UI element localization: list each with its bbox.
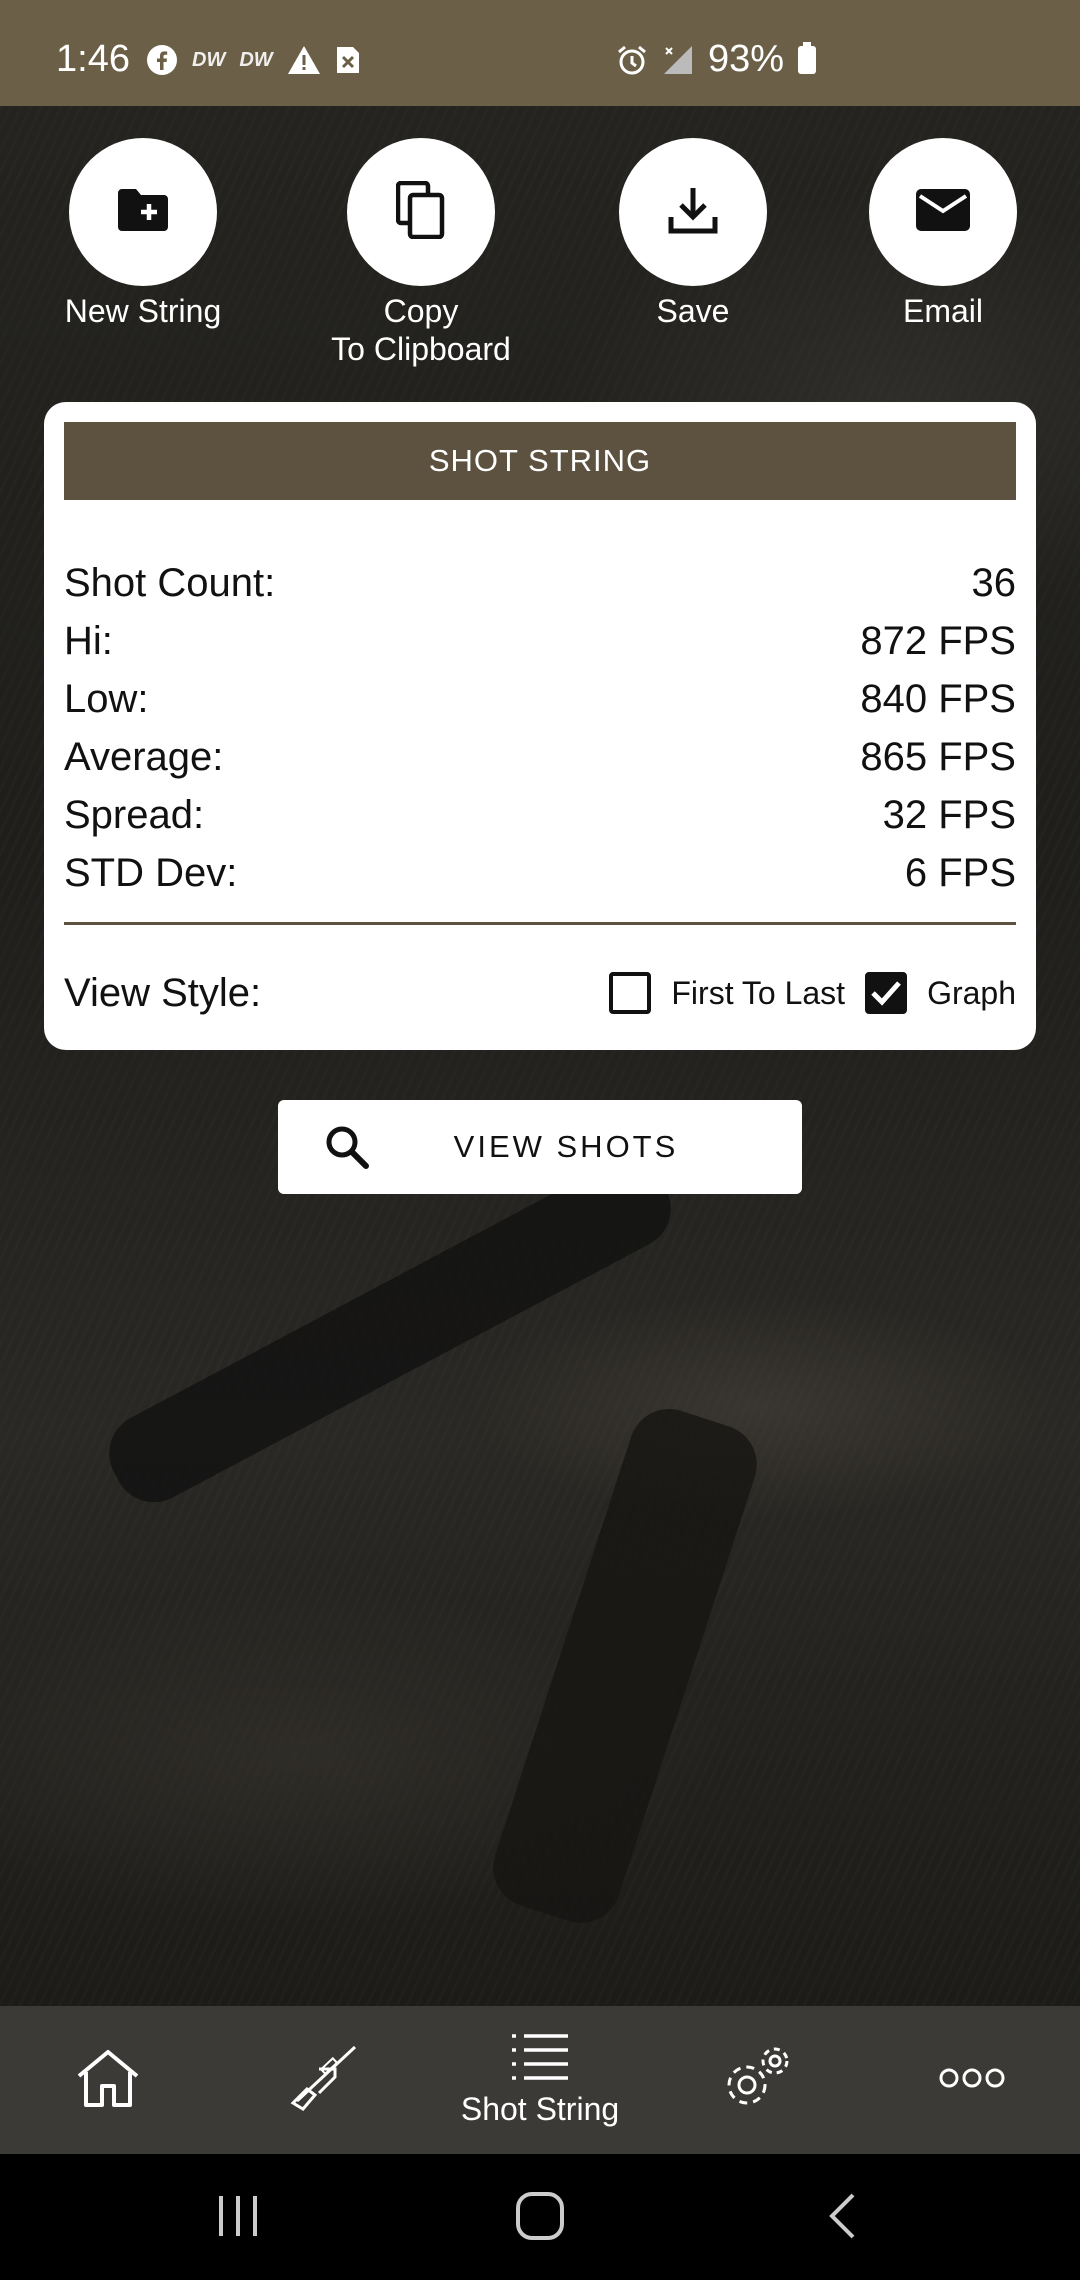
status-bar: 1:46 DW DW 93% <box>0 0 1080 106</box>
view-shots-label: VIEW SHOTS <box>453 1129 679 1164</box>
download-icon <box>667 185 719 240</box>
back-button[interactable] <box>802 2186 882 2250</box>
status-time: 1:46 <box>56 38 130 80</box>
copy-clipboard-button[interactable]: Copy To Clipboard <box>291 138 551 368</box>
notification-icons: DW DW <box>146 44 361 76</box>
alarm-icon <box>616 44 648 76</box>
battery-percent: 93% <box>707 38 784 80</box>
stat-label: Spread: <box>64 793 205 837</box>
graph-checkbox[interactable] <box>865 972 908 1014</box>
copy-circle[interactable] <box>347 138 495 286</box>
nav-more[interactable] <box>864 2006 1080 2154</box>
graph-label[interactable]: Graph <box>927 975 1016 1012</box>
copy-icon <box>395 180 446 244</box>
recent-apps-icon <box>215 2194 261 2243</box>
dw-icon: DW <box>239 48 273 71</box>
nav-settings[interactable] <box>648 2006 864 2154</box>
nav-shot-string[interactable]: Shot String <box>432 2006 648 2154</box>
home-button[interactable] <box>500 2186 580 2250</box>
view-style-label: View Style: <box>64 970 262 1015</box>
dw-icon: DW <box>192 48 226 71</box>
home-icon <box>75 2048 141 2113</box>
stat-label: Average: <box>64 735 224 779</box>
system-nav-bar <box>0 2154 1080 2280</box>
action-bar: New String Copy To Clipboard Save Email <box>0 138 1080 368</box>
bipod-leg-shape <box>95 1145 685 1517</box>
rifle-icon <box>289 2043 359 2118</box>
new-string-button[interactable]: New String <box>13 138 273 330</box>
stat-row-spread: Spread: 32 FPS <box>64 786 1016 844</box>
email-label: Email <box>902 293 983 329</box>
list-icon <box>510 2032 570 2087</box>
folder-add-icon <box>116 187 170 238</box>
shot-string-card: SHOT STRING Shot Count: 36 Hi: 872 FPS L… <box>44 402 1036 1050</box>
save-label: Save <box>656 293 730 329</box>
stat-label: Hi: <box>64 619 113 663</box>
view-shots-button[interactable]: VIEW SHOTS <box>278 1100 802 1194</box>
checkmark-icon <box>871 981 901 1006</box>
stat-row-average: Average: 865 FPS <box>64 728 1016 786</box>
stat-label: Low: <box>64 677 149 721</box>
stat-label: Shot Count: <box>64 561 276 605</box>
bottom-nav: Shot String <box>0 2006 1080 2154</box>
stat-value: 6 FPS <box>904 851 1016 895</box>
new-string-label: New String <box>64 293 222 329</box>
save-button[interactable]: Save <box>563 138 823 330</box>
background-photo <box>0 106 1080 2006</box>
new-string-circle[interactable] <box>69 138 217 286</box>
back-icon <box>827 2192 857 2245</box>
system-status: 93% <box>616 38 816 81</box>
nav-home[interactable] <box>0 2006 216 2154</box>
settings-icon <box>721 2045 791 2116</box>
stat-value: 865 FPS <box>860 735 1016 779</box>
bipod-foot-shape <box>482 1398 768 1934</box>
stat-row-hi: Hi: 872 FPS <box>64 612 1016 670</box>
stat-row-shot-count: Shot Count: 36 <box>64 554 1016 612</box>
stat-value: 32 FPS <box>882 793 1016 837</box>
search-icon <box>324 1124 370 1170</box>
mail-icon <box>915 188 971 237</box>
facebook-icon <box>146 44 178 76</box>
warning-icon <box>287 45 321 75</box>
stat-row-low: Low: 840 FPS <box>64 670 1016 728</box>
sim-icon <box>335 45 361 75</box>
divider <box>64 922 1016 925</box>
first-to-last-label[interactable]: First To Last <box>671 975 845 1012</box>
nav-rifle[interactable] <box>216 2006 432 2154</box>
card-header: SHOT STRING <box>64 422 1016 500</box>
view-style-row: View Style: First To Last Graph <box>64 958 1016 1028</box>
copy-label-line2: To Clipboard <box>331 331 511 367</box>
save-circle[interactable] <box>619 138 767 286</box>
stat-label: STD Dev: <box>64 851 238 895</box>
stats-list: Shot Count: 36 Hi: 872 FPS Low: 840 FPS … <box>64 554 1016 902</box>
stat-row-std-dev: STD Dev: 6 FPS <box>64 844 1016 902</box>
copy-label-line1: Copy <box>383 293 459 329</box>
recent-apps-button[interactable] <box>198 2186 278 2250</box>
signal-icon <box>662 44 694 76</box>
stat-value: 872 FPS <box>860 619 1016 663</box>
stat-value: 840 FPS <box>860 677 1016 721</box>
nav-label-shot-string: Shot String <box>460 2091 620 2127</box>
home-circle-icon <box>515 2191 565 2246</box>
stat-value: 36 <box>971 561 1017 605</box>
email-circle[interactable] <box>869 138 1017 286</box>
email-button[interactable]: Email <box>813 138 1073 330</box>
first-to-last-checkbox[interactable] <box>609 972 652 1014</box>
more-icon <box>939 2066 1005 2095</box>
battery-icon <box>798 41 816 74</box>
